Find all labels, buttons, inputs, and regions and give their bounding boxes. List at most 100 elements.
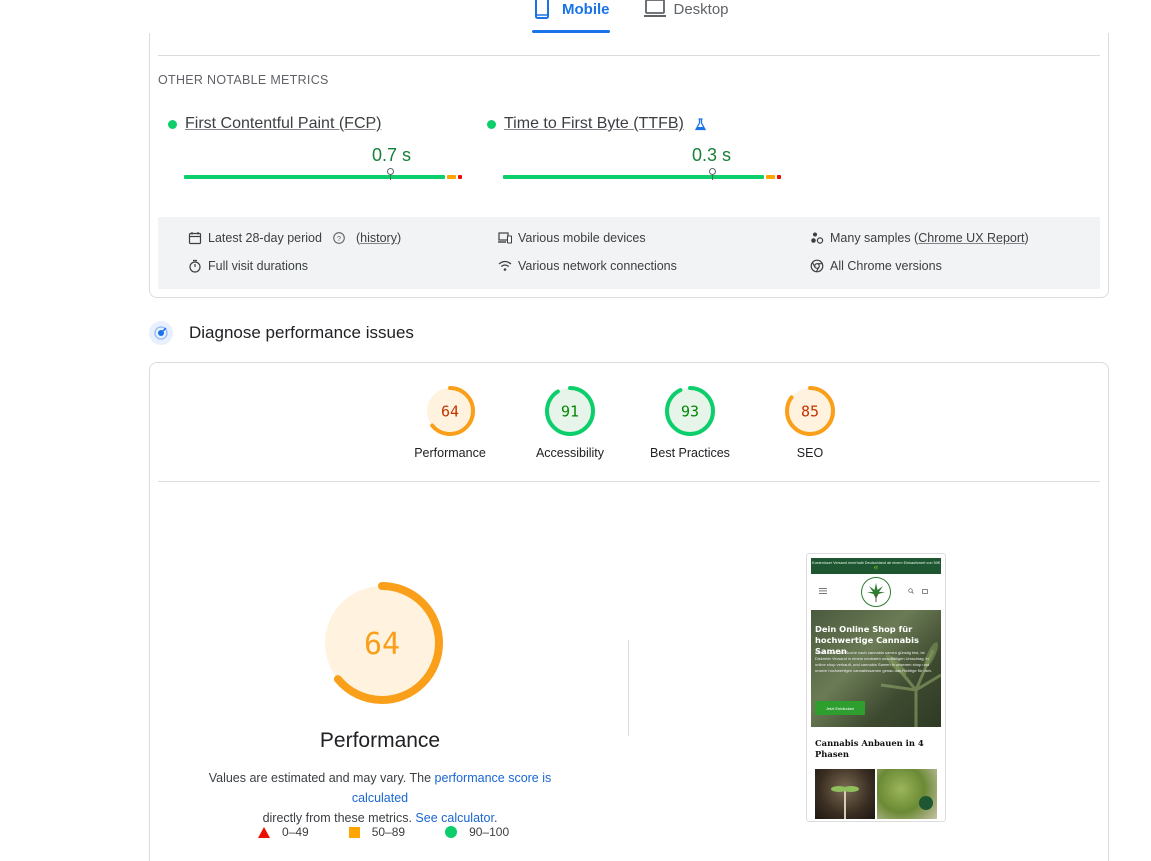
- status-dot-good: [487, 119, 496, 129]
- gauge-score-text: 91: [561, 402, 579, 420]
- vertical-divider: [628, 640, 629, 736]
- screenshot-image-plant: [877, 769, 937, 819]
- circle-icon: [445, 826, 458, 838]
- gauge-performance-label: Performance: [414, 446, 486, 460]
- legend-pass-label: 90–100: [469, 825, 510, 839]
- tab-desktop-label: Desktop: [673, 1, 729, 18]
- info-period-label: Latest 28-day period: [208, 231, 322, 245]
- gauge-accessibility-label: Accessibility: [535, 446, 605, 460]
- calendar-icon: [188, 232, 202, 245]
- history-link[interactable]: history: [360, 231, 397, 245]
- screenshot-banner: Kostenloser Versand innerhalb Deutschlan…: [811, 558, 941, 574]
- bar-marker: [708, 168, 716, 175]
- field-data-card: OTHER NOTABLE METRICS First Contentful P…: [149, 33, 1109, 298]
- tab-mobile[interactable]: Mobile: [532, 0, 610, 34]
- score-legend: 0–49 50–89 90–100: [258, 825, 549, 839]
- gauge-score-text: 64: [364, 627, 400, 662]
- metric-fcp-value: 0.7 s: [372, 145, 412, 165]
- diagnose-title: Diagnose performance issues: [189, 323, 414, 342]
- screenshot-hero-text: Wenn du auf der Suche nach cannabis same…: [815, 650, 932, 673]
- note-prefix: Values are estimated and may vary. The: [208, 771, 432, 785]
- wifi-icon: [498, 260, 512, 271]
- performance-title: Performance: [319, 729, 441, 752]
- metric-fcp-link[interactable]: First Contentful Paint (FCP): [185, 115, 382, 133]
- laptop-icon: [643, 0, 666, 17]
- status-dot-good: [168, 119, 177, 129]
- metric-ttfb-header: Time to First Byte (TTFB): [487, 115, 707, 133]
- metric-ttfb-distribution-bar: [503, 168, 781, 180]
- bar-good-segment: [184, 175, 446, 179]
- info-network-label: Various network connections: [518, 259, 677, 273]
- diagnose-header: Diagnose performance issues: [149, 321, 414, 345]
- gauge-score-text: 93: [681, 402, 699, 420]
- gauge-best-practices-ring: 93: [665, 386, 715, 436]
- samples-icon: [811, 232, 824, 244]
- gauge-score-text: 64: [441, 402, 459, 420]
- legend-fail-label: 0–49: [282, 825, 309, 839]
- metric-ttfb-value: 0.3 s: [692, 145, 732, 165]
- svg-text:?: ?: [337, 234, 341, 243]
- help-icon[interactable]: ?: [332, 231, 346, 245]
- performance-note: Values are estimated and may vary. The p…: [180, 768, 580, 828]
- chrome-ux-report-link[interactable]: Chrome UX Report: [918, 231, 1024, 245]
- lighthouse-card: 64 Performance 91 Accessibility 93 Best …: [149, 362, 1109, 861]
- gauge-best-practices[interactable]: 93 Best Practices: [630, 385, 750, 460]
- gauge-seo-label: SEO: [796, 446, 824, 460]
- metric-ttfb: Time to First Byte (TTFB) 0.3 s: [487, 115, 781, 185]
- bar-poor-segment: [776, 175, 781, 179]
- screenshot-section-title: Cannabis Anbauen in 4 Phasen: [815, 738, 924, 759]
- info-period: Latest 28-day period ? (history): [188, 231, 401, 245]
- stopwatch-icon: [189, 259, 201, 273]
- chrome-icon: [810, 259, 824, 273]
- gauge-performance[interactable]: 64 Performance: [390, 385, 510, 460]
- bar-marker: [386, 168, 394, 175]
- metric-fcp-header: First Contentful Paint (FCP): [168, 115, 382, 133]
- divider: [158, 55, 1100, 56]
- square-icon: [348, 826, 360, 838]
- tab-mobile-label: Mobile: [562, 1, 610, 18]
- screenshot-image-seedling: [815, 769, 875, 819]
- screenshot-nav: [811, 574, 941, 610]
- menu-icon: [819, 588, 827, 594]
- cannabis-logo-icon: [861, 577, 891, 607]
- gauge-accessibility[interactable]: 91 Accessibility: [510, 385, 630, 460]
- metric-fcp-distribution-bar: [184, 168, 462, 180]
- info-network: Various network connections: [498, 259, 677, 273]
- bag-icon: [922, 589, 928, 594]
- tab-desktop[interactable]: Desktop: [643, 0, 729, 34]
- info-chrome-versions-label: All Chrome versions: [830, 259, 942, 273]
- info-samples-suffix: ): [1024, 231, 1029, 245]
- legend-pass: 90–100: [445, 825, 509, 839]
- performance-score-gauge: 64: [321, 582, 443, 704]
- gauge-seo-ring: 85: [785, 386, 835, 436]
- info-devices-label: Various mobile devices: [518, 231, 646, 245]
- gauge-performance-ring: 64: [425, 386, 475, 436]
- info-devices: Various mobile devices: [498, 231, 646, 245]
- metric-ttfb-link[interactable]: Time to First Byte (TTFB): [504, 115, 684, 133]
- final-screenshot: Kostenloser Versand innerhalb Deutschlan…: [806, 553, 946, 822]
- divider: [158, 481, 1100, 482]
- bar-poor-segment: [457, 175, 462, 179]
- search-icon: [908, 588, 914, 594]
- experimental-flask-icon[interactable]: [694, 117, 707, 131]
- metric-fcp: First Contentful Paint (FCP) 0.7 s: [168, 115, 462, 185]
- gauge-seo[interactable]: 85 SEO: [750, 385, 870, 460]
- gauge-accessibility-ring: 91: [545, 386, 595, 436]
- bar-average-segment: [766, 175, 775, 179]
- triangle-icon: [258, 826, 270, 838]
- chat-bubble-icon: [919, 796, 933, 810]
- gauge-best-practices-label: Best Practices: [650, 446, 730, 460]
- info-visit-durations-label: Full visit durations: [208, 259, 309, 273]
- note-suffix: .: [493, 811, 498, 825]
- devices-icon: [498, 232, 512, 244]
- see-calculator-link[interactable]: See calculator: [415, 811, 494, 825]
- info-samples-text: Many samples (Chrome UX Report): [830, 231, 1029, 245]
- info-samples: Many samples (Chrome UX Report): [810, 231, 1029, 245]
- phone-icon: [535, 0, 549, 19]
- history-paren: (history): [355, 231, 402, 245]
- legend-average: 50–89: [348, 825, 405, 839]
- field-data-info-panel: Latest 28-day period ? (history) Full vi…: [158, 217, 1100, 289]
- diagnose-icon: [149, 321, 173, 345]
- legend-fail: 0–49: [258, 825, 309, 839]
- info-chrome-versions: All Chrome versions: [810, 259, 942, 273]
